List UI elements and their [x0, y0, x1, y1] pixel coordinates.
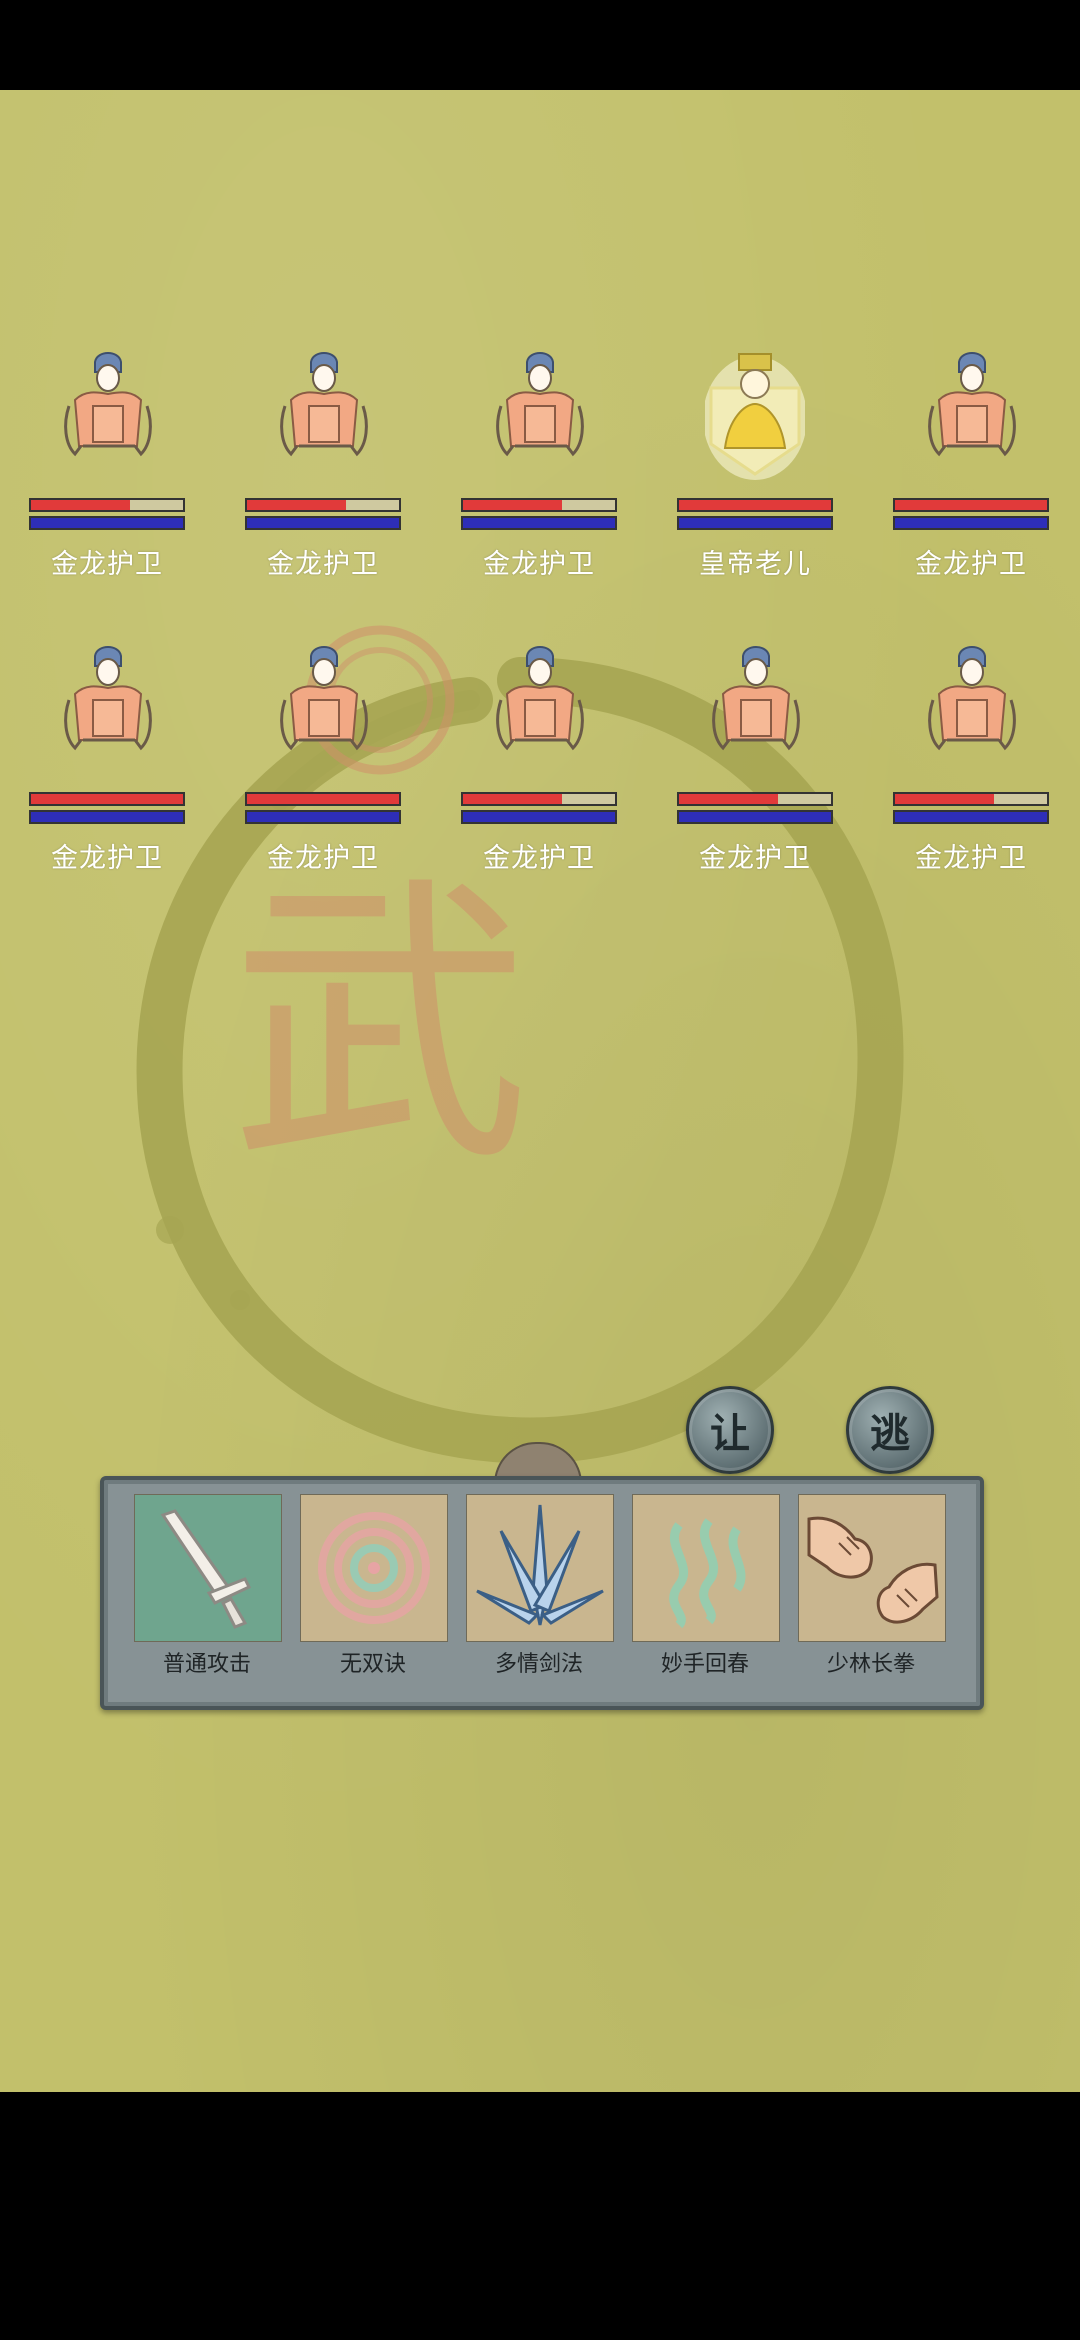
skill-label: 多情剑法: [494, 1652, 583, 1677]
guard-portrait-icon: [280, 646, 368, 751]
spiral-icon: [300, 1494, 448, 1642]
guard-portrait-icon: [496, 646, 584, 751]
mp-bar-fill: [247, 812, 399, 822]
hp-bar: [29, 792, 185, 806]
mp-bar-fill: [463, 812, 615, 822]
mp-bar: [245, 516, 401, 530]
mp-bar: [245, 810, 401, 824]
guard-portrait-icon: [712, 646, 800, 751]
yield-label: 让: [710, 1410, 750, 1457]
skill-label: 普通攻击: [162, 1652, 251, 1677]
enemy-card[interactable]: 金龙护卫: [893, 348, 1049, 580]
enemy-name: 金龙护卫: [267, 549, 379, 580]
hp-bar-fill: [463, 500, 562, 510]
hp-bar: [461, 792, 617, 806]
guard-portrait-icon: [64, 352, 152, 457]
mp-bar: [677, 516, 833, 530]
mp-bar-fill: [463, 518, 615, 528]
flee-label: 逃: [870, 1410, 910, 1457]
enemy-name: 金龙护卫: [267, 843, 379, 874]
hp-bar: [245, 498, 401, 512]
enemy-card[interactable]: 金龙护卫: [29, 348, 185, 580]
hp-bar: [893, 498, 1049, 512]
enemy-card[interactable]: 金龙护卫: [461, 348, 617, 580]
guard-portrait-icon: [280, 352, 368, 457]
mp-bar: [29, 516, 185, 530]
skill-panel: 普通攻击 无双诀 多情剑法 妙手回春 少林长拳: [100, 1476, 984, 1710]
hp-bar-fill: [463, 794, 562, 804]
guard-portrait-icon: [496, 352, 584, 457]
enemy-name: 金龙护卫: [51, 549, 163, 580]
emblem-glyph: 武: [230, 852, 530, 1201]
hp-bar-fill: [895, 500, 1047, 510]
emperor-portrait-icon: [705, 353, 805, 480]
skill-button[interactable]: 多情剑法: [466, 1494, 614, 1680]
enemy-name: 金龙护卫: [915, 843, 1027, 874]
enemy-name: 金龙护卫: [51, 843, 163, 874]
guard-portrait-icon: [928, 352, 1016, 457]
sword-icon: [134, 1494, 282, 1642]
skill-button[interactable]: 妙手回春: [632, 1494, 780, 1680]
blades-icon: [466, 1494, 614, 1642]
battle-screen: 武 金龙护卫 金龙护卫 金龙护卫 皇帝老儿 金龙护卫 金龙护卫 金龙护卫 金龙护卫 金龙护卫 金龙…: [0, 90, 1080, 2092]
mp-bar-fill: [895, 812, 1047, 822]
fist-icon: [798, 1494, 946, 1642]
yield-button[interactable]: 让: [686, 1386, 774, 1474]
hp-bar-fill: [31, 794, 183, 804]
mp-bar-fill: [679, 518, 831, 528]
mp-bar: [461, 810, 617, 824]
hp-bar: [461, 498, 617, 512]
enemy-card[interactable]: 金龙护卫: [29, 642, 185, 874]
mp-bar-fill: [31, 812, 183, 822]
guard-portrait-icon: [64, 646, 152, 751]
enemy-card[interactable]: 皇帝老儿: [677, 348, 833, 580]
mp-bar-fill: [895, 518, 1047, 528]
skill-button[interactable]: 普通攻击: [134, 1494, 282, 1680]
hp-bar-fill: [895, 794, 994, 804]
enemy-card[interactable]: 金龙护卫: [245, 348, 401, 580]
hp-bar-fill: [247, 500, 346, 510]
mp-bar-fill: [31, 518, 183, 528]
enemy-name: 金龙护卫: [915, 549, 1027, 580]
mp-bar-fill: [247, 518, 399, 528]
hp-bar-fill: [247, 794, 399, 804]
guard-portrait-icon: [928, 646, 1016, 751]
flee-button[interactable]: 逃: [846, 1386, 934, 1474]
skill-label: 妙手回春: [660, 1652, 749, 1677]
skill-button[interactable]: 少林长拳: [798, 1494, 946, 1680]
enemy-name: 金龙护卫: [699, 843, 811, 874]
mp-bar: [461, 516, 617, 530]
mp-bar: [29, 810, 185, 824]
mp-bar: [893, 810, 1049, 824]
enemy-card[interactable]: 金龙护卫: [893, 642, 1049, 874]
enemy-name: 金龙护卫: [483, 843, 595, 874]
enemy-card[interactable]: 金龙护卫: [461, 642, 617, 874]
hp-bar: [677, 498, 833, 512]
mp-bar: [677, 810, 833, 824]
hp-bar: [29, 498, 185, 512]
enemy-name: 金龙护卫: [483, 549, 595, 580]
hp-bar-fill: [679, 500, 831, 510]
enemy-card[interactable]: 金龙护卫: [677, 642, 833, 874]
skill-label: 无双诀: [339, 1652, 406, 1677]
skill-label: 少林长拳: [826, 1652, 915, 1677]
mp-bar-fill: [679, 812, 831, 822]
skill-button[interactable]: 无双诀: [300, 1494, 448, 1680]
mp-bar: [893, 516, 1049, 530]
hp-bar-fill: [679, 794, 778, 804]
hp-bar: [677, 792, 833, 806]
enemy-card[interactable]: 金龙护卫: [245, 642, 401, 874]
hp-bar: [245, 792, 401, 806]
hp-bar-fill: [31, 500, 130, 510]
hp-bar: [893, 792, 1049, 806]
enemy-name: 皇帝老儿: [699, 549, 811, 580]
heal-waves-icon: [632, 1494, 780, 1642]
